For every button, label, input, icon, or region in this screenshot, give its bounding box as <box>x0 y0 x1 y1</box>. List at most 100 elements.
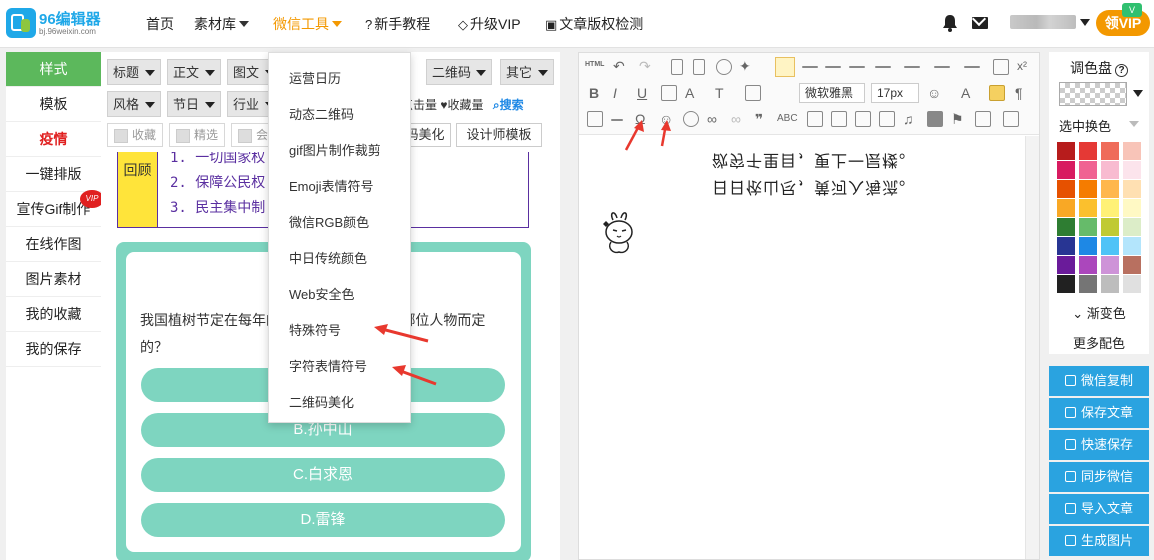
color-swatch[interactable] <box>1079 161 1097 179</box>
sort-favorites[interactable]: 收藏量 <box>447 98 483 112</box>
color-swatch[interactable] <box>1123 199 1141 217</box>
color-swatch[interactable] <box>1057 275 1075 293</box>
filter-body[interactable]: 正文 <box>167 59 221 85</box>
filter-other[interactable]: 其它 <box>500 59 554 85</box>
italic-icon[interactable]: I <box>613 85 617 101</box>
color-swatch[interactable] <box>1079 199 1097 217</box>
undo-icon[interactable]: ↶ <box>613 58 625 74</box>
color-swatch[interactable] <box>1057 237 1075 255</box>
menu-item-emoji[interactable]: Emoji表情符号 <box>289 176 374 195</box>
quiz-option-c[interactable]: C.白求恩 <box>141 458 505 492</box>
menu-item-rgb-color[interactable]: 微信RGB颜色 <box>289 212 369 231</box>
filter-qrcode[interactable]: 二维码 <box>426 59 492 85</box>
checkbox-member[interactable]: 会 <box>231 123 271 147</box>
text-scale-icon[interactable] <box>745 85 761 101</box>
video-icon[interactable] <box>927 111 943 127</box>
paragraph-spacing-icon[interactable] <box>904 66 920 68</box>
menu-item-gif-crop[interactable]: gif图片制作裁剪 <box>289 140 381 159</box>
color-swatch[interactable] <box>1057 256 1075 274</box>
more-colors-link[interactable]: 更多配色 <box>1049 333 1149 352</box>
color-swatch[interactable] <box>1123 161 1141 179</box>
sidebar-item-my-favorites[interactable]: 我的收藏 <box>6 297 101 332</box>
align-center-icon[interactable] <box>802 66 818 68</box>
color-swatch[interactable] <box>1079 237 1097 255</box>
color-swatch[interactable] <box>1057 199 1075 217</box>
menu-item-char-emoticons[interactable]: 字符表情符号 <box>289 356 367 375</box>
save-article-button[interactable]: 保存文章 <box>1049 398 1149 428</box>
quote-icon[interactable]: ❞ <box>755 111 763 127</box>
editor-content[interactable]: 欲穷千里目，更上一层楼。 日日依山尽，黄河入海流。 <box>579 136 1039 559</box>
selected-recolor[interactable]: 选中换色 <box>1059 116 1111 135</box>
map-icon[interactable]: ⚑ <box>951 111 964 127</box>
generate-image-button[interactable]: 生成图片 <box>1049 526 1149 556</box>
help-icon[interactable]: ? <box>1115 64 1128 77</box>
menu-item-qrcode-beautify[interactable]: 二维码美化 <box>289 392 354 411</box>
color-swatch[interactable] <box>1079 218 1097 236</box>
text-background-icon[interactable]: T <box>715 85 724 101</box>
chevron-down-icon[interactable] <box>1080 19 1090 26</box>
sidebar-item-online-design[interactable]: 在线作图 <box>6 227 101 262</box>
color-swatch[interactable] <box>1057 161 1075 179</box>
nav-wechat-tools[interactable]: 微信工具 <box>273 15 342 33</box>
menu-item-traditional-color[interactable]: 中日传统颜色 <box>289 248 367 267</box>
search-link[interactable]: ⌕搜索 <box>493 98 524 112</box>
chevron-down-icon[interactable] <box>1133 90 1143 97</box>
editor-scrollbar[interactable] <box>1025 136 1039 559</box>
magic-wand-icon[interactable]: ✦ <box>739 58 751 74</box>
direction-ltr-icon[interactable] <box>989 85 1005 101</box>
nav-copyright-check[interactable]: ▣ 文章版权检测 <box>545 15 643 34</box>
sync-wechat-button[interactable]: 同步微信 <box>1049 462 1149 492</box>
checkbox-favorites[interactable]: 收藏 <box>107 123 163 147</box>
multi-image-icon[interactable] <box>855 111 871 127</box>
color-picker[interactable] <box>1059 82 1127 106</box>
unlink-icon[interactable]: ∞ <box>731 111 741 127</box>
redo-icon[interactable]: ↷ <box>639 58 651 74</box>
filter-title[interactable]: 标题 <box>107 59 161 85</box>
font-color-icon[interactable]: A <box>685 85 694 101</box>
color-swatch[interactable] <box>1079 275 1097 293</box>
nav-upgrade-vip[interactable]: ◇ 升级VIP <box>458 15 521 34</box>
quiz-option-d[interactable]: D.雷锋 <box>141 503 505 537</box>
designer-template-button[interactable]: 设计师模板 <box>456 123 542 147</box>
fullscreen-icon[interactable] <box>993 59 1009 75</box>
checkbox-featured[interactable]: 精选 <box>169 123 225 147</box>
color-swatch[interactable] <box>1101 275 1119 293</box>
logo[interactable]: 96编辑器 bj.96weixin.com <box>6 6 101 40</box>
sidebar-item-template[interactable]: 模板 <box>6 87 101 122</box>
menu-item-web-safe-color[interactable]: Web安全色 <box>289 284 355 303</box>
gradient-link[interactable]: ⌄ 渐变色 <box>1049 303 1149 322</box>
select-all-icon[interactable] <box>1003 111 1019 127</box>
align-left-button[interactable] <box>775 57 795 77</box>
color-swatch[interactable] <box>1101 180 1119 198</box>
color-swatch[interactable] <box>1057 180 1075 198</box>
font-family-select[interactable]: 微软雅黑 <box>799 83 865 103</box>
direction-rtl-icon[interactable]: ¶ <box>1015 85 1023 101</box>
color-swatch[interactable] <box>1123 142 1141 160</box>
indent-icon[interactable] <box>934 66 950 68</box>
gallery-icon[interactable] <box>879 111 895 127</box>
list-icon[interactable] <box>964 66 980 68</box>
emoji-icon[interactable]: ☺ <box>927 85 941 101</box>
color-swatch[interactable] <box>1101 199 1119 217</box>
superscript-icon[interactable]: x² <box>1017 58 1027 74</box>
menu-item-special-symbols[interactable]: 特殊符号 <box>289 320 341 339</box>
color-swatch[interactable] <box>1101 142 1119 160</box>
strikethrough-icon[interactable]: ABC <box>777 111 798 127</box>
color-swatch[interactable] <box>1057 142 1075 160</box>
color-swatch[interactable] <box>1079 256 1097 274</box>
color-swatch[interactable] <box>1123 237 1141 255</box>
sidebar-item-style[interactable]: 样式 <box>6 52 101 87</box>
color-swatch[interactable] <box>1079 180 1097 198</box>
bold-icon[interactable]: B <box>589 85 599 101</box>
sidebar-item-image-library[interactable]: 图片素材 <box>6 262 101 297</box>
color-swatch[interactable] <box>1123 218 1141 236</box>
bell-icon[interactable] <box>942 14 958 32</box>
color-swatch[interactable] <box>1101 161 1119 179</box>
nav-library[interactable]: 素材库 <box>194 15 249 33</box>
color-swatch[interactable] <box>1123 180 1141 198</box>
sidebar-item-epidemic[interactable]: 疫情 <box>6 122 101 157</box>
iframe-icon[interactable] <box>975 111 991 127</box>
chevron-down-icon[interactable] <box>1129 121 1139 127</box>
sidebar-item-my-saved[interactable]: 我的保存 <box>6 332 101 367</box>
line-height-icon[interactable] <box>875 66 891 68</box>
